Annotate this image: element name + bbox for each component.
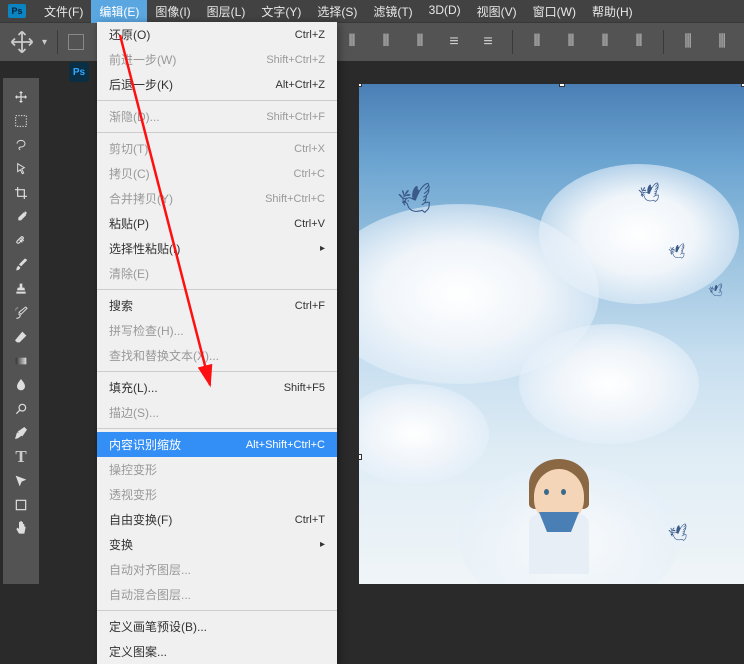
align-icon[interactable]: ⫴: [406, 28, 434, 56]
dodge-tool-icon[interactable]: [9, 398, 33, 420]
menu-entry[interactable]: 搜索Ctrl+F: [97, 293, 337, 318]
menu-entry: 前进一步(W)Shift+Ctrl+Z: [97, 47, 337, 72]
path-tool-icon[interactable]: [9, 470, 33, 492]
menu-entry[interactable]: 内容识别缩放Alt+Shift+Ctrl+C: [97, 432, 337, 457]
menu-entry: 透视变形: [97, 482, 337, 507]
checkbox-option[interactable]: [68, 34, 84, 50]
menu-entry[interactable]: 选择性粘贴(I)▸: [97, 236, 337, 261]
brush-tool-icon[interactable]: [9, 254, 33, 276]
menu-item[interactable]: 滤镜(T): [365, 0, 420, 23]
menu-item[interactable]: 图像(I): [147, 0, 198, 23]
distribute-icon[interactable]: ⫴: [557, 28, 585, 56]
menu-entry[interactable]: 定义图案...: [97, 639, 337, 664]
menubar: Ps 文件(F)编辑(E)图像(I)图层(L)文字(Y)选择(S)滤镜(T)3D…: [0, 0, 744, 22]
pen-tool-icon[interactable]: [9, 422, 33, 444]
menu-item[interactable]: 3D(D): [421, 0, 469, 23]
menu-item[interactable]: 编辑(E): [91, 0, 147, 23]
hand-tool-icon[interactable]: [9, 518, 33, 540]
align-icon[interactable]: ⫴: [372, 28, 400, 56]
menu-item[interactable]: 图层(L): [199, 0, 254, 23]
shape-tool-icon[interactable]: [9, 494, 33, 516]
menu-entry: 查找和替换文本(X)...: [97, 343, 337, 368]
distribute-icon[interactable]: ⫼: [708, 28, 736, 56]
menu-item[interactable]: 帮助(H): [584, 0, 641, 23]
crop-tool-icon[interactable]: [9, 182, 33, 204]
blur-tool-icon[interactable]: [9, 374, 33, 396]
align-icon[interactable]: ≡: [440, 28, 468, 56]
align-icon[interactable]: ≡: [474, 28, 502, 56]
ps-logo: Ps: [8, 4, 26, 18]
menu-entry[interactable]: 自由变换(F)Ctrl+T: [97, 507, 337, 532]
menu-entry[interactable]: 粘贴(P)Ctrl+V: [97, 211, 337, 236]
menu-entry[interactable]: 定义画笔预设(B)...: [97, 614, 337, 639]
type-tool-icon[interactable]: T: [9, 446, 33, 468]
align-icon[interactable]: ⫴: [338, 28, 366, 56]
menu-entry[interactable]: 变换▸: [97, 532, 337, 557]
menu-entry: 自动对齐图层...: [97, 557, 337, 582]
doc-ps-badge: Ps: [69, 62, 89, 82]
eraser-tool-icon[interactable]: [9, 326, 33, 348]
menu-item[interactable]: 选择(S): [309, 0, 365, 23]
history-brush-tool-icon[interactable]: [9, 302, 33, 324]
healing-tool-icon[interactable]: [9, 230, 33, 252]
eyedropper-tool-icon[interactable]: [9, 206, 33, 228]
marquee-tool-icon[interactable]: [9, 110, 33, 132]
menu-entry: 拷贝(C)Ctrl+C: [97, 161, 337, 186]
distribute-icon[interactable]: ⫼: [674, 28, 702, 56]
submenu-arrow-icon: ▸: [320, 539, 325, 550]
lasso-tool-icon[interactable]: [9, 134, 33, 156]
menu-entry: 清除(E): [97, 261, 337, 286]
distribute-icon[interactable]: ⫴: [591, 28, 619, 56]
menu-item[interactable]: 文字(Y): [253, 0, 309, 23]
gradient-tool-icon[interactable]: [9, 350, 33, 372]
menu-entry: 操控变形: [97, 457, 337, 482]
menu-entry: 拼写检查(H)...: [97, 318, 337, 343]
quick-select-tool-icon[interactable]: [9, 158, 33, 180]
menu-entry: 剪切(T)Ctrl+X: [97, 136, 337, 161]
distribute-icon[interactable]: ⫴: [523, 28, 551, 56]
menu-entry[interactable]: 还原(O)Ctrl+Z: [97, 22, 337, 47]
submenu-arrow-icon: ▸: [320, 243, 325, 254]
menu-entry: 合并拷贝(Y)Shift+Ctrl+C: [97, 186, 337, 211]
image-content: 🕊 🕊 🕊 🕊 🕊: [359, 84, 744, 584]
menu-entry: 自动混合图层...: [97, 582, 337, 607]
menu-item[interactable]: 窗口(W): [525, 0, 584, 23]
canvas[interactable]: 🕊 🕊 🕊 🕊 🕊: [359, 84, 744, 584]
menu-item[interactable]: 视图(V): [469, 0, 525, 23]
stamp-tool-icon[interactable]: [9, 278, 33, 300]
menu-entry: 渐隐(D)...Shift+Ctrl+F: [97, 104, 337, 129]
edit-menu-dropdown: 还原(O)Ctrl+Z前进一步(W)Shift+Ctrl+Z后退一步(K)Alt…: [97, 22, 337, 664]
character-figure: [509, 454, 609, 584]
menu-item[interactable]: 文件(F): [36, 0, 91, 23]
move-tool-indicator[interactable]: [8, 28, 36, 56]
distribute-icon[interactable]: ⫴: [625, 28, 653, 56]
menu-entry: 描边(S)...: [97, 400, 337, 425]
menu-entry[interactable]: 后退一步(K)Alt+Ctrl+Z: [97, 72, 337, 97]
move-tool-icon[interactable]: [9, 86, 33, 108]
menu-entry[interactable]: 填充(L)...Shift+F5: [97, 375, 337, 400]
tool-panel: T: [3, 78, 39, 584]
